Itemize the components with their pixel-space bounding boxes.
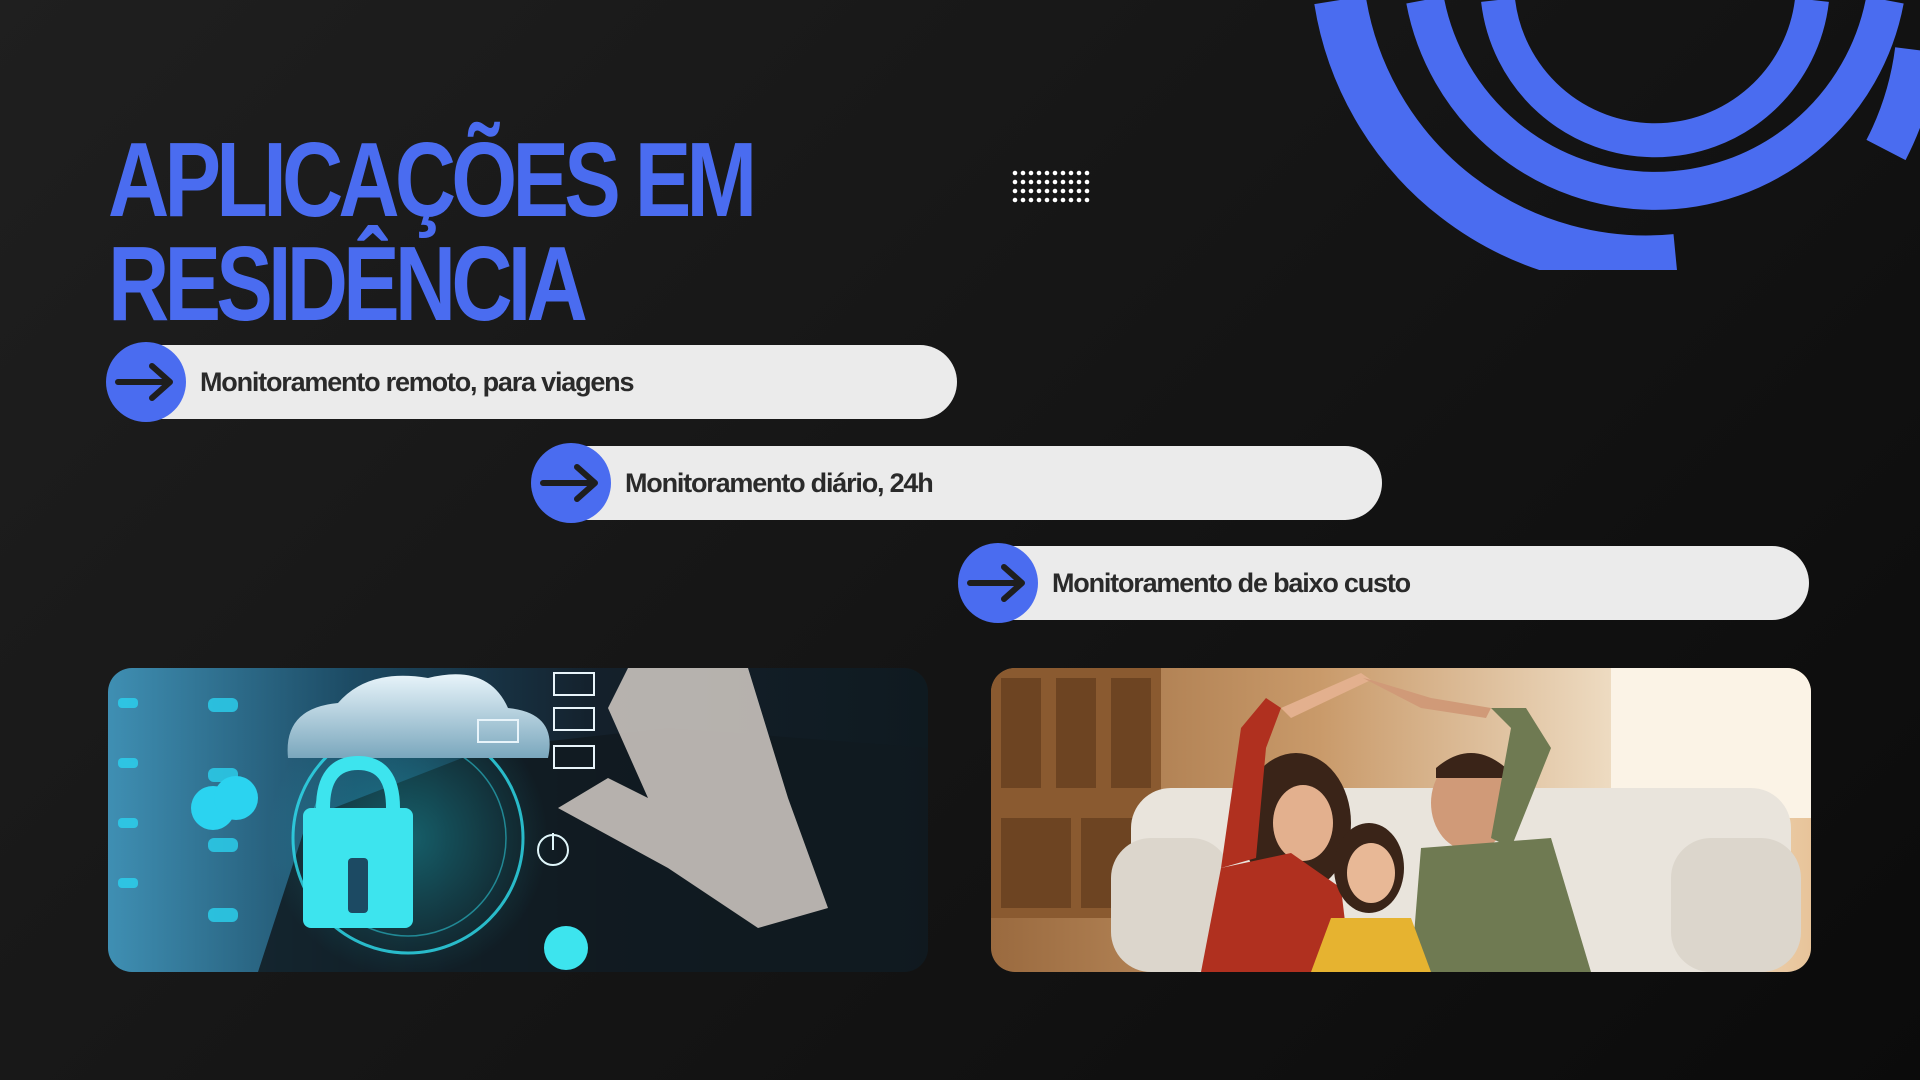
list-item-label: Monitoramento diário, 24h — [625, 468, 934, 498]
family-home-photo — [991, 668, 1811, 972]
decorative-arcs-icon — [1314, 0, 1920, 270]
list-item-label: Monitoramento remoto, para viagens — [200, 367, 634, 397]
dot-grid-icon — [1012, 170, 1090, 203]
list-item: Monitoramento de baixo custo — [958, 543, 1809, 623]
page-title: APLICAÇÕES EM RESIDÊNCIA — [108, 121, 757, 343]
list-item: Monitoramento remoto, para viagens — [106, 342, 957, 422]
title-line-1: APLICAÇÕES EM — [108, 121, 757, 239]
cloud-security-lock-photo — [108, 668, 928, 972]
arrow-right-icon — [958, 543, 1038, 623]
list-item-label: Monitoramento de baixo custo — [1052, 568, 1411, 598]
list-item: Monitoramento diário, 24h — [531, 443, 1382, 523]
family-home-protection-photo — [991, 668, 1811, 972]
arrow-right-icon — [106, 342, 186, 422]
cloud-security-photo — [108, 668, 928, 972]
title-line-2: RESIDÊNCIA — [108, 225, 588, 343]
arrow-right-icon — [531, 443, 611, 523]
slide: APLICAÇÕES EM RESIDÊNCIA Monitoramento r… — [0, 0, 1920, 1080]
